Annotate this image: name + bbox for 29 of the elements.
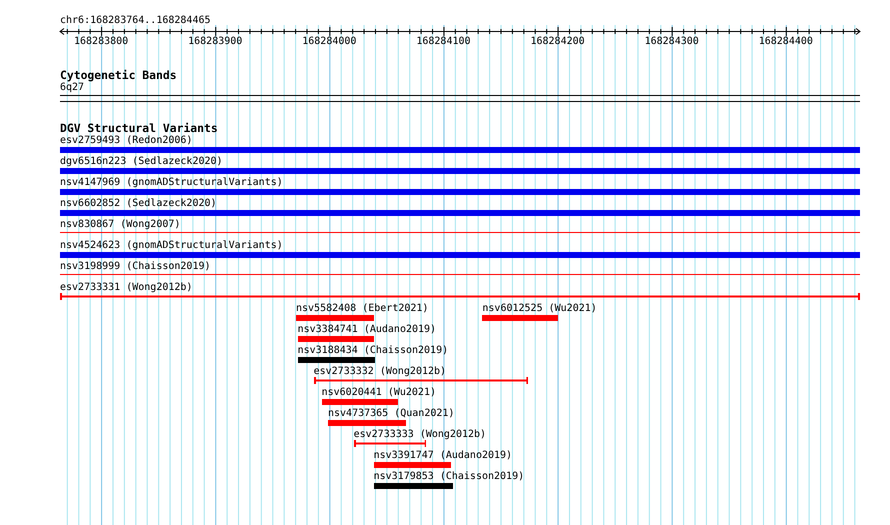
- feature-label: dgv6516n223 (Sedlazeck2020): [60, 156, 223, 168]
- tick-label: 168283900: [188, 36, 242, 48]
- feature-label: nsv3198999 (Chaisson2019): [60, 261, 211, 273]
- feature-label: nsv3391747 (Audano2019): [374, 450, 512, 462]
- feature-label: nsv3384741 (Audano2019): [298, 324, 436, 336]
- tick-label: 168284100: [416, 36, 471, 48]
- location-label: chr6:168283764..168284465: [60, 15, 211, 27]
- feature-label: nsv4524623 (gnomADStructuralVariants): [60, 240, 283, 252]
- feature-label: nsv4147969 (gnomADStructuralVariants): [60, 177, 283, 189]
- feature-label: esv2733333 (Wong2012b): [354, 429, 486, 441]
- track-title: DGV Structural Variants: [60, 122, 218, 135]
- track-title: Cytogenetic Bands: [60, 69, 177, 82]
- tick-label: 168284300: [644, 36, 699, 48]
- feature-label: esv2759493 (Redon2006): [60, 135, 192, 147]
- feature-label: esv2733331 (Wong2012b): [60, 282, 192, 294]
- feature-label: esv2733332 (Wong2012b): [314, 366, 446, 378]
- tick-label: 168284200: [530, 36, 585, 48]
- feature-label: nsv4737365 (Quan2021): [328, 408, 454, 420]
- feature-label: nsv6020441 (Wu2021): [322, 387, 436, 399]
- feature-label: nsv3179853 (Chaisson2019): [374, 471, 524, 483]
- feature-label: nsv5582408 (Ebert2021): [296, 303, 428, 315]
- tick-label: 168283800: [74, 36, 128, 48]
- feature-label: nsv830867 (Wong2007): [60, 219, 180, 231]
- feature-label: 6q27: [60, 82, 84, 94]
- tick-label: 168284400: [758, 36, 813, 48]
- tick-label: 168284000: [302, 36, 356, 48]
- feature-label: nsv6602852 (Sedlazeck2020): [60, 198, 217, 210]
- feature-label: nsv6012525 (Wu2021): [482, 303, 597, 315]
- feature-label: nsv3188434 (Chaisson2019): [298, 345, 448, 357]
